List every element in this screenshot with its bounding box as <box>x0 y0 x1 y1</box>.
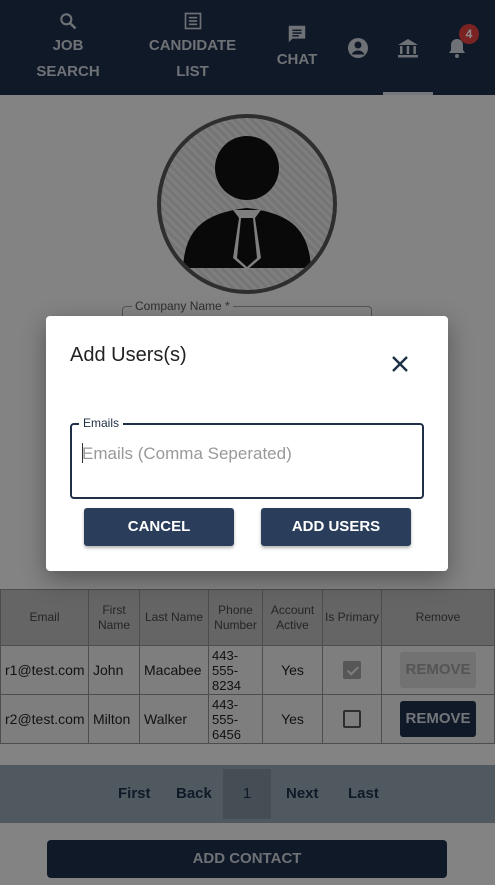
add-users-dialog: Add Users(s) Emails CANCEL ADD USERS <box>46 316 448 571</box>
close-icon[interactable] <box>388 352 412 376</box>
emails-input[interactable] <box>82 442 412 466</box>
text-caret <box>82 443 83 463</box>
emails-field-label: Emails <box>79 416 124 430</box>
add-users-button[interactable]: ADD USERS <box>261 508 411 546</box>
dialog-title: Add Users(s) <box>70 344 187 366</box>
cancel-button[interactable]: CANCEL <box>84 508 234 546</box>
